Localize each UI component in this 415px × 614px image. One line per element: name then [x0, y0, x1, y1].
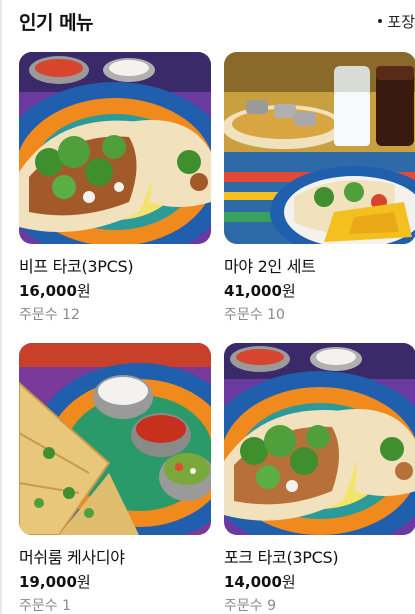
menu-item-price: 14,000원	[224, 573, 296, 591]
menu-item-order-count: 주문수 12	[19, 307, 80, 323]
section-title: 인기 메뉴	[19, 12, 94, 34]
menu-item-name: 머쉬룸 케사디야	[19, 548, 125, 567]
menu-item-order-count: 주문수 1	[19, 598, 71, 614]
mushroom-quesadilla-photo[interactable]	[19, 343, 211, 535]
menu-item-order-count: 주문수 9	[224, 598, 276, 614]
maya-set-photo[interactable]	[224, 52, 415, 244]
menu-item-name: 비프 타코(3PCS)	[19, 257, 134, 276]
menu-item-price: 16,000원	[19, 282, 91, 300]
bullet-icon	[378, 18, 383, 23]
takeout-label: 포장	[387, 13, 415, 31]
beef-taco-photo[interactable]	[19, 52, 211, 244]
takeout-filter[interactable]: 포장	[378, 11, 415, 32]
menu-item-order-count: 주문수 10	[224, 307, 285, 323]
pork-taco-photo[interactable]	[224, 343, 415, 535]
left-border	[0, 0, 2, 614]
section-header: 인기 메뉴 포장	[19, 4, 415, 38]
menu-item-price: 41,000원	[224, 282, 296, 300]
menu-item-name: 포크 타코(3PCS)	[224, 548, 339, 567]
menu-item-name: 마야 2인 세트	[224, 257, 316, 276]
menu-item-price: 19,000원	[19, 573, 91, 591]
